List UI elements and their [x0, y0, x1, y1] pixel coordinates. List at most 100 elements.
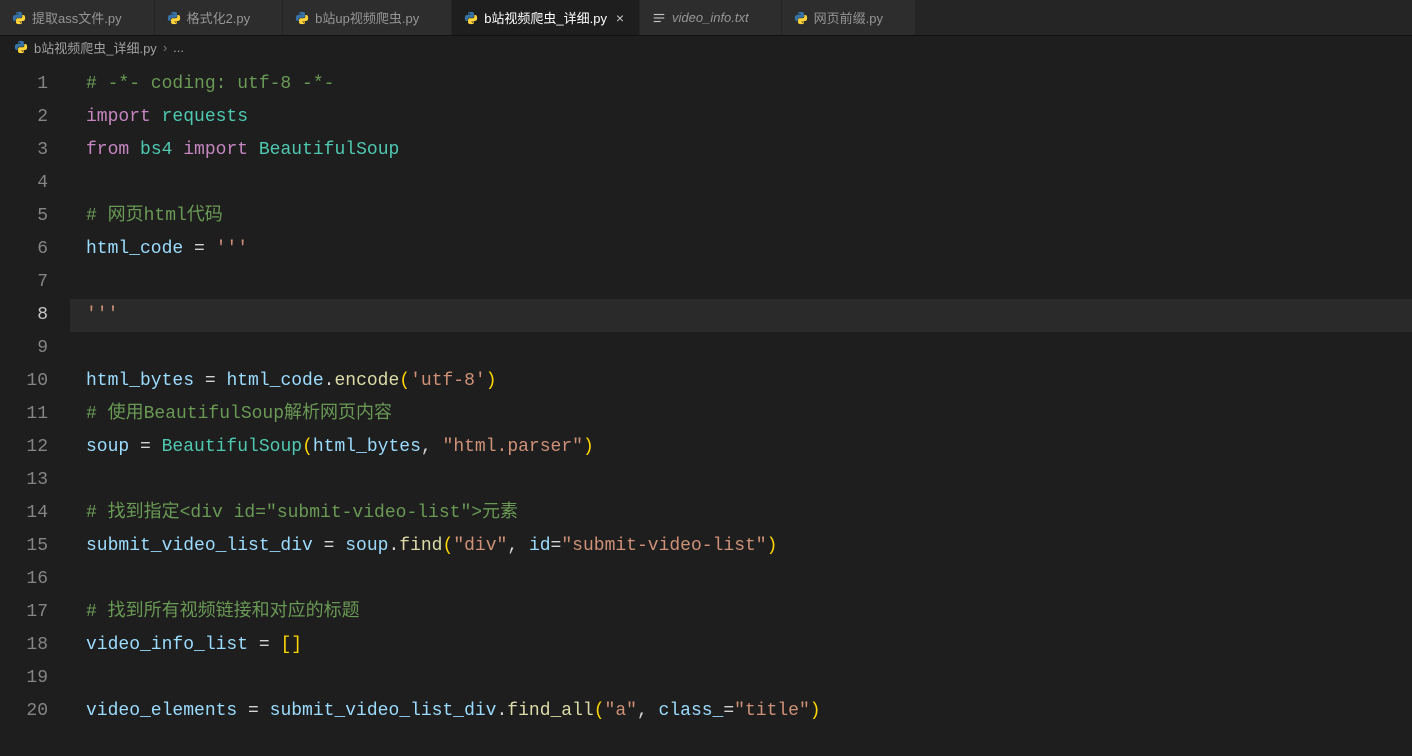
tab-4[interactable]: video_info.txt×	[640, 0, 782, 35]
tab-3[interactable]: b站视频爬虫_详细.py ×	[452, 0, 640, 35]
code-token: .	[388, 536, 399, 556]
code-line[interactable]	[70, 266, 1412, 299]
code-token: =	[723, 701, 734, 721]
code-line[interactable]	[70, 167, 1412, 200]
code-token: html_code	[226, 371, 323, 391]
code-token: (	[302, 437, 313, 457]
python-icon	[464, 11, 478, 25]
code-token: =	[237, 701, 269, 721]
code-token: )	[486, 371, 497, 391]
code-area[interactable]: # -*- coding: utf-8 -*-import requestsfr…	[70, 58, 1412, 756]
code-token: bs4	[140, 140, 172, 160]
tab-5[interactable]: 网页前缀.py×	[782, 0, 916, 35]
close-icon[interactable]: ×	[613, 11, 627, 25]
code-token: video_elements	[86, 701, 237, 721]
code-token: "a"	[605, 701, 637, 721]
python-icon	[794, 11, 808, 25]
line-number: 7	[0, 266, 70, 299]
code-token: find_all	[507, 701, 593, 721]
line-number: 1	[0, 68, 70, 101]
code-token: # 网页html代码	[86, 206, 223, 226]
code-line[interactable]: submit_video_list_div = soup.find("div",…	[70, 530, 1412, 563]
line-number: 13	[0, 464, 70, 497]
code-token: # 使用BeautifulSoup解析网页内容	[86, 404, 392, 424]
code-token: BeautifulSoup	[259, 140, 399, 160]
code-token: )	[767, 536, 778, 556]
tab-label: b站视频爬虫_详细.py	[484, 8, 607, 27]
tab-1[interactable]: 格式化2.py×	[155, 0, 284, 35]
breadcrumb-file[interactable]: b站视频爬虫_详细.py	[34, 38, 157, 57]
code-line[interactable]: # -*- coding: utf-8 -*-	[70, 68, 1412, 101]
code-token: )	[810, 701, 821, 721]
line-number: 19	[0, 662, 70, 695]
code-token: submit_video_list_div	[270, 701, 497, 721]
code-line[interactable]: import requests	[70, 101, 1412, 134]
line-number: 10	[0, 365, 70, 398]
code-token: =	[129, 437, 161, 457]
code-token: "submit-video-list"	[561, 536, 766, 556]
line-number: 9	[0, 332, 70, 365]
code-line[interactable]: html_code = '''	[70, 233, 1412, 266]
code-line[interactable]: html_bytes = html_code.encode('utf-8')	[70, 365, 1412, 398]
breadcrumb[interactable]: b站视频爬虫_详细.py › ...	[0, 36, 1412, 58]
code-line[interactable]: # 网页html代码	[70, 200, 1412, 233]
breadcrumb-trail[interactable]: ...	[173, 40, 184, 55]
tab-0[interactable]: 提取ass文件.py×	[0, 0, 155, 35]
code-token: # -*- coding: utf-8 -*-	[86, 74, 334, 94]
code-line[interactable]: # 找到指定<div id="submit-video-list">元素	[70, 497, 1412, 530]
code-token: html_code	[86, 239, 183, 259]
code-token: "html.parser"	[443, 437, 583, 457]
code-token: find	[399, 536, 442, 556]
code-line[interactable]: '''	[70, 299, 1412, 332]
code-token: # 找到指定<div id="submit-video-list">元素	[86, 503, 518, 523]
code-token: import	[86, 107, 151, 127]
line-number-gutter: 1234567891011121314151617181920	[0, 58, 70, 756]
code-token: =	[551, 536, 562, 556]
code-token: soup	[86, 437, 129, 457]
tab-label: 网页前缀.py	[814, 8, 883, 27]
tab-2[interactable]: b站up视频爬虫.py×	[283, 0, 452, 35]
code-token: "title"	[734, 701, 810, 721]
code-token: [	[280, 635, 291, 655]
code-line[interactable]	[70, 332, 1412, 365]
code-token: '''	[86, 305, 118, 325]
code-token: =	[194, 371, 226, 391]
code-token: =	[313, 536, 345, 556]
code-token: html_bytes	[313, 437, 421, 457]
code-token: (	[399, 371, 410, 391]
code-editor[interactable]: 1234567891011121314151617181920 # -*- co…	[0, 58, 1412, 756]
code-token: from	[86, 140, 129, 160]
code-line[interactable]: video_info_list = []	[70, 629, 1412, 662]
line-number: 14	[0, 497, 70, 530]
code-token: ]	[291, 635, 302, 655]
python-icon	[12, 11, 26, 25]
code-line[interactable]	[70, 464, 1412, 497]
code-line[interactable]: # 找到所有视频链接和对应的标题	[70, 596, 1412, 629]
code-token: ,	[637, 701, 659, 721]
code-line[interactable]	[70, 662, 1412, 695]
line-number: 3	[0, 134, 70, 167]
code-line[interactable]: # 使用BeautifulSoup解析网页内容	[70, 398, 1412, 431]
code-line[interactable]: soup = BeautifulSoup(html_bytes, "html.p…	[70, 431, 1412, 464]
code-token: import	[183, 140, 248, 160]
code-token	[129, 140, 140, 160]
code-token: =	[248, 635, 280, 655]
line-number: 17	[0, 596, 70, 629]
code-token: '''	[216, 239, 248, 259]
code-token: submit_video_list_div	[86, 536, 313, 556]
text-file-icon	[652, 11, 666, 25]
code-line[interactable]	[70, 563, 1412, 596]
tab-label: b站up视频爬虫.py	[315, 8, 419, 27]
code-token: requests	[162, 107, 248, 127]
code-token: .	[496, 701, 507, 721]
code-line[interactable]: video_elements = submit_video_list_div.f…	[70, 695, 1412, 728]
code-token: =	[183, 239, 215, 259]
code-token: BeautifulSoup	[162, 437, 302, 457]
code-line[interactable]: from bs4 import BeautifulSoup	[70, 134, 1412, 167]
python-icon	[167, 11, 181, 25]
code-token: id	[529, 536, 551, 556]
line-number: 15	[0, 530, 70, 563]
line-number: 12	[0, 431, 70, 464]
code-token: ,	[507, 536, 529, 556]
code-token: encode	[334, 371, 399, 391]
